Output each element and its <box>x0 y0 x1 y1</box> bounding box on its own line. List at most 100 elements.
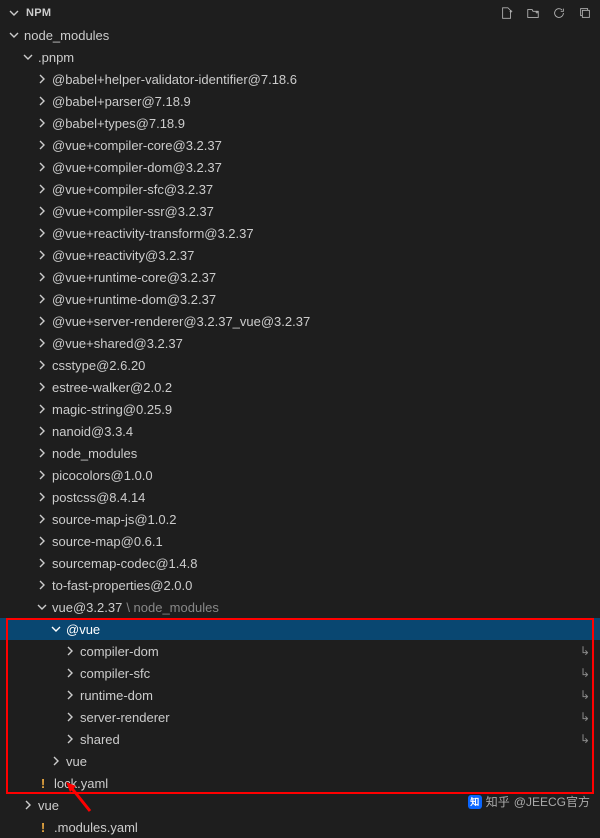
tree-folder[interactable]: @vue+shared@3.2.37 <box>0 332 600 354</box>
tree-folder[interactable]: runtime-dom ↳ <box>0 684 600 706</box>
tree-folder[interactable]: @babel+types@7.18.9 <box>0 112 600 134</box>
symlink-icon: ↳ <box>580 688 590 702</box>
symlink-icon: ↳ <box>580 666 590 680</box>
folder-label: csstype@2.6.20 <box>50 358 145 373</box>
tree-folder[interactable]: @vue+runtime-dom@3.2.37 <box>0 288 600 310</box>
tree-folder-pnpm[interactable]: .pnpm <box>0 46 600 68</box>
chevron-right-icon <box>34 536 50 546</box>
chevron-down-icon <box>6 30 22 40</box>
tree-folder[interactable]: @vue+compiler-sfc@3.2.37 <box>0 178 600 200</box>
chevron-right-icon <box>34 228 50 238</box>
tree-folder[interactable]: picocolors@1.0.0 <box>0 464 600 486</box>
chevron-right-icon <box>34 184 50 194</box>
folder-label: @vue+compiler-ssr@3.2.37 <box>50 204 214 219</box>
chevron-right-icon <box>34 382 50 392</box>
new-folder-icon[interactable] <box>526 6 540 20</box>
yaml-file-icon: ! <box>36 776 50 791</box>
tree-file-lock-yaml[interactable]: ! lock.yaml <box>0 772 600 794</box>
tree-folder[interactable]: @babel+parser@7.18.9 <box>0 90 600 112</box>
folder-label: compiler-dom <box>78 644 159 659</box>
symlink-icon: ↳ <box>580 710 590 724</box>
chevron-down-icon[interactable] <box>6 8 22 18</box>
tree-folder[interactable]: server-renderer↳ <box>0 706 600 728</box>
chevron-right-icon <box>34 206 50 216</box>
file-tree: node_modules .pnpm @babel+helper-validat… <box>0 24 600 838</box>
folder-label: vue <box>64 754 87 769</box>
symlink-icon: ↳ <box>580 644 590 658</box>
folder-label: @vue+shared@3.2.37 <box>50 336 183 351</box>
folder-label: @vue+runtime-core@3.2.37 <box>50 270 216 285</box>
refresh-icon[interactable] <box>552 6 566 20</box>
tree-folder[interactable]: @vue+compiler-core@3.2.37 <box>0 134 600 156</box>
folder-label: shared <box>78 732 120 747</box>
chevron-right-icon <box>34 514 50 524</box>
tree-folder-node-modules[interactable]: node_modules <box>0 24 600 46</box>
chevron-right-icon <box>34 470 50 480</box>
tree-folder[interactable]: estree-walker@2.0.2 <box>0 376 600 398</box>
chevron-down-icon <box>48 624 64 634</box>
explorer-header: NPM <box>0 0 600 24</box>
folder-label: @vue+reactivity-transform@3.2.37 <box>50 226 254 241</box>
folder-label: node_modules <box>22 28 109 43</box>
folder-label: postcss@8.4.14 <box>50 490 145 505</box>
folder-label: runtime-dom <box>78 688 153 703</box>
folder-label: @babel+parser@7.18.9 <box>50 94 191 109</box>
folder-label: nanoid@3.3.4 <box>50 424 133 439</box>
folder-label: @vue+compiler-sfc@3.2.37 <box>50 182 213 197</box>
tree-folder[interactable]: to-fast-properties@2.0.0 <box>0 574 600 596</box>
yaml-file-icon: ! <box>36 820 50 835</box>
tree-folder[interactable]: @vue+compiler-ssr@3.2.37 <box>0 200 600 222</box>
folder-label: vue <box>36 798 59 813</box>
tree-folder[interactable]: shared ↳ <box>0 728 600 750</box>
folder-label: @vue+runtime-dom@3.2.37 <box>50 292 216 307</box>
chevron-right-icon <box>62 734 78 744</box>
folder-label: @babel+types@7.18.9 <box>50 116 185 131</box>
file-label: lock.yaml <box>52 776 108 791</box>
tree-file-modules-yaml[interactable]: ! .modules.yaml <box>0 816 600 838</box>
folder-label: sourcemap-codec@1.4.8 <box>50 556 197 571</box>
tree-folder[interactable]: @vue+reactivity-transform@3.2.37 <box>0 222 600 244</box>
watermark-text: @JEECG官方 <box>514 793 590 810</box>
tree-folder-vue-pkg[interactable]: vue@3.2.37 \ node_modules <box>0 596 600 618</box>
new-file-icon[interactable] <box>500 6 514 20</box>
watermark-prefix: 知乎 <box>486 793 510 810</box>
tree-folder-at-vue[interactable]: @vue <box>0 618 600 640</box>
tree-folder[interactable]: magic-string@0.25.9 <box>0 398 600 420</box>
tree-folder-vue[interactable]: vue <box>0 750 600 772</box>
tree-folder[interactable]: @vue+reactivity@3.2.37 <box>0 244 600 266</box>
folder-label: @vue+compiler-dom@3.2.37 <box>50 160 222 175</box>
tree-folder[interactable]: source-map@0.6.1 <box>0 530 600 552</box>
folder-label: vue@3.2.37 <box>50 600 122 615</box>
chevron-right-icon <box>34 492 50 502</box>
tree-folder[interactable]: postcss@8.4.14 <box>0 486 600 508</box>
folder-label: @vue+compiler-core@3.2.37 <box>50 138 222 153</box>
tree-folder[interactable]: @babel+helper-validator-identifier@7.18.… <box>0 68 600 90</box>
folder-label: node_modules <box>50 446 137 461</box>
tree-folder[interactable]: sourcemap-codec@1.4.8 <box>0 552 600 574</box>
folder-label: magic-string@0.25.9 <box>50 402 172 417</box>
watermark: 知 知乎 @JEECG官方 <box>468 793 590 810</box>
chevron-right-icon <box>34 118 50 128</box>
chevron-down-icon <box>20 52 36 62</box>
tree-folder[interactable]: compiler-sfc↳ <box>0 662 600 684</box>
file-label: .modules.yaml <box>52 820 138 835</box>
folder-suffix: \ node_modules <box>122 600 219 615</box>
tree-folder[interactable]: node_modules <box>0 442 600 464</box>
folder-label: @vue+server-renderer@3.2.37_vue@3.2.37 <box>50 314 310 329</box>
tree-folder[interactable]: nanoid@3.3.4 <box>0 420 600 442</box>
chevron-right-icon <box>34 272 50 282</box>
folder-label: @vue+reactivity@3.2.37 <box>50 248 194 263</box>
chevron-right-icon <box>34 140 50 150</box>
chevron-right-icon <box>34 316 50 326</box>
tree-folder[interactable]: compiler-dom ↳ <box>0 640 600 662</box>
tree-folder[interactable]: source-map-js@1.0.2 <box>0 508 600 530</box>
tree-folder[interactable]: @vue+compiler-dom@3.2.37 <box>0 156 600 178</box>
folder-label: .pnpm <box>36 50 74 65</box>
zhihu-icon: 知 <box>468 795 482 809</box>
collapse-all-icon[interactable] <box>578 6 592 20</box>
tree-folder[interactable]: @vue+runtime-core@3.2.37 <box>0 266 600 288</box>
symlink-icon: ↳ <box>580 732 590 746</box>
chevron-right-icon <box>20 800 36 810</box>
tree-folder[interactable]: csstype@2.6.20 <box>0 354 600 376</box>
tree-folder[interactable]: @vue+server-renderer@3.2.37_vue@3.2.37 <box>0 310 600 332</box>
